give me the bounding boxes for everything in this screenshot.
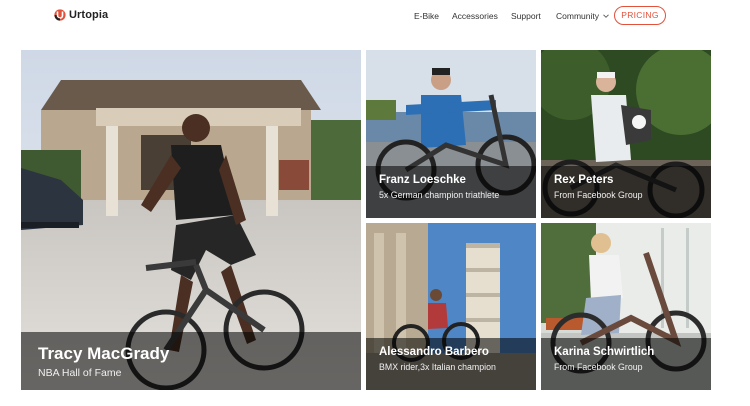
rider-subtitle: From Facebook Group: [554, 362, 643, 372]
nav-ebike[interactable]: E-Bike: [414, 11, 439, 21]
rider-name: Tracy MacGrady: [38, 344, 170, 363]
brand-name: Urtopia: [69, 9, 109, 21]
rider-name: Alessandro Barbero: [379, 346, 489, 358]
caption-overlay: Rex Peters From Facebook Group: [541, 166, 711, 218]
rider-card-franz[interactable]: Franz Loeschke 5x German champion triath…: [366, 50, 536, 218]
nav-support[interactable]: Support: [511, 11, 541, 21]
urtopia-logo-icon: [54, 9, 66, 21]
rider-subtitle: NBA Hall of Fame: [38, 367, 122, 379]
rider-card-alessandro[interactable]: Alessandro Barbero BMX rider,3x Italian …: [366, 223, 536, 390]
site-header: Urtopia E-Bike Accessories Support Commu…: [0, 0, 750, 34]
brand-logo[interactable]: Urtopia: [54, 9, 108, 21]
caption-overlay: Karina Schwirtlich From Facebook Group: [541, 338, 711, 390]
caption-overlay: Alessandro Barbero BMX rider,3x Italian …: [366, 338, 536, 390]
rider-name: Rex Peters: [554, 174, 614, 186]
rider-name: Franz Loeschke: [379, 174, 466, 186]
rider-name: Karina Schwirtlich: [554, 346, 655, 358]
chevron-down-icon[interactable]: [602, 12, 610, 20]
rider-subtitle: From Facebook Group: [554, 190, 643, 200]
pricing-button[interactable]: PRICING: [614, 6, 666, 25]
rider-card-tracy[interactable]: Tracy MacGrady NBA Hall of Fame: [21, 50, 361, 390]
rider-card-karina[interactable]: Karina Schwirtlich From Facebook Group: [541, 223, 711, 390]
nav-community[interactable]: Community: [556, 11, 599, 21]
rider-card-rex[interactable]: Rex Peters From Facebook Group: [541, 50, 711, 218]
caption-overlay: Tracy MacGrady NBA Hall of Fame: [21, 332, 361, 390]
nav-accessories[interactable]: Accessories: [452, 11, 498, 21]
caption-overlay: Franz Loeschke 5x German champion triath…: [366, 166, 536, 218]
rider-subtitle: BMX rider,3x Italian champion: [379, 362, 496, 372]
rider-subtitle: 5x German champion triathlete: [379, 190, 500, 200]
